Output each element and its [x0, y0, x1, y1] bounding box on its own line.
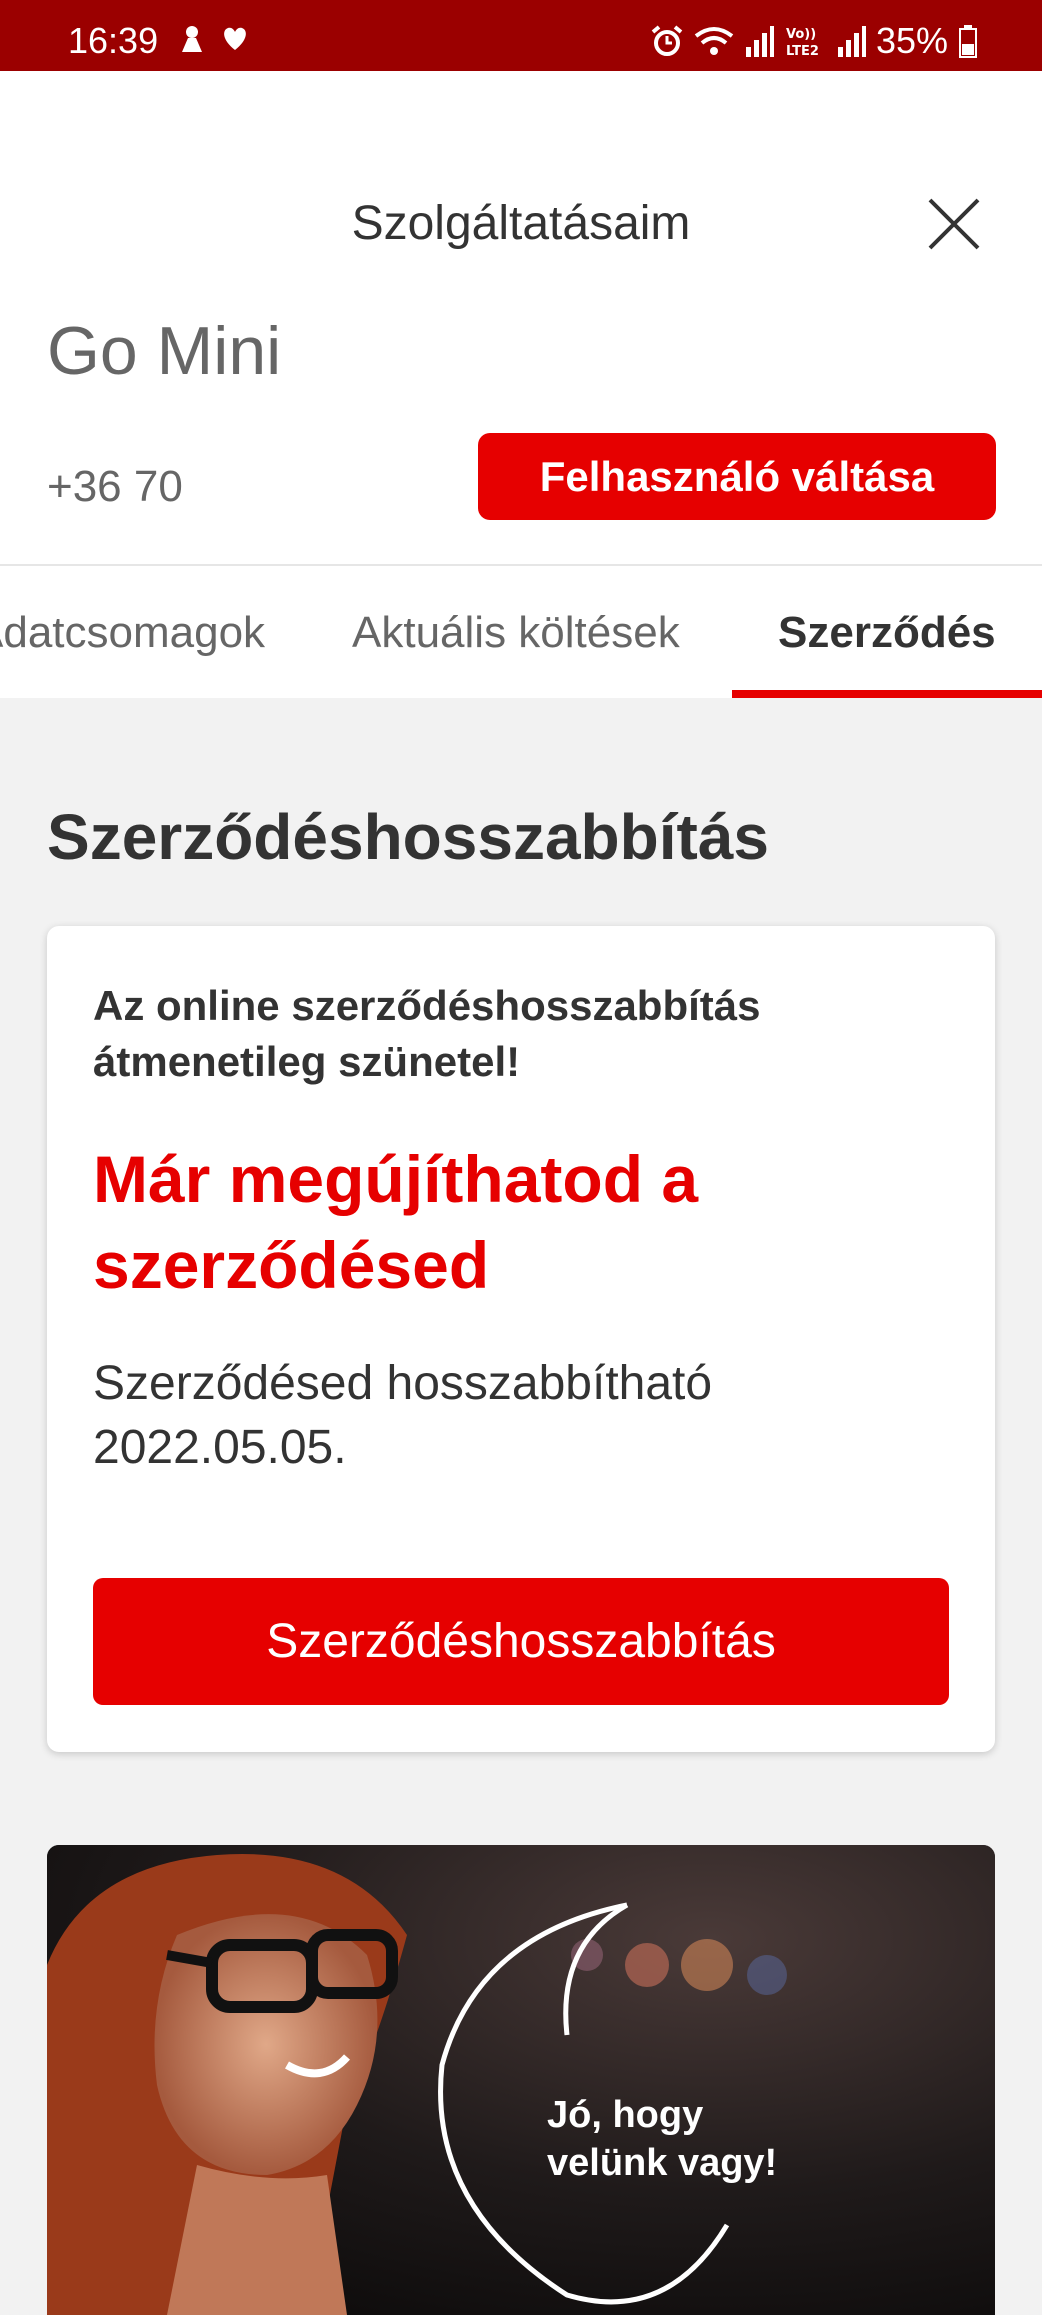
section-title: Szerződéshosszabbítás	[47, 801, 769, 873]
heart-icon	[224, 27, 246, 50]
tab-current-costs[interactable]: Aktuális költések	[352, 608, 680, 658]
battery-icon	[959, 25, 977, 58]
promo-text-line2: velünk vagy!	[547, 2142, 777, 2184]
signal-icon	[837, 26, 866, 57]
renewal-description: Szerződésed hosszabbítható 2022.05.05.	[93, 1357, 713, 1474]
tab-bar: Adatcsomagok Aktuális költések Szerződés	[0, 564, 1042, 698]
svg-text:LTE2: LTE2	[786, 44, 819, 58]
status-left-icons	[178, 24, 250, 54]
plan-name: Go Mini	[47, 313, 282, 389]
promo-image: Jó, hogy velünk vagy!	[47, 1845, 995, 2315]
alarm-icon	[651, 25, 683, 56]
status-time: 16:39	[68, 20, 159, 61]
page-title: Szolgáltatásaim	[351, 197, 691, 250]
contract-renewal-card: Az online szerződéshosszabbítás átmeneti…	[47, 926, 995, 1752]
status-bar: 16:39 Vo)) LTE2 35%	[0, 0, 1042, 71]
renewal-headline: Már megújíthatod a szerződésed	[93, 1142, 699, 1302]
promo-banner[interactable]: Jó, hogy velünk vagy!	[47, 1845, 995, 2315]
tab-contract[interactable]: Szerződés	[778, 608, 996, 658]
wifi-icon	[694, 27, 734, 55]
promo-text-line1: Jó, hogy	[547, 2094, 703, 2136]
signal-icon	[745, 26, 774, 57]
status-right-icons: Vo)) LTE2 35%	[650, 20, 978, 62]
tab-data-packages[interactable]: Adatcsomagok	[0, 608, 265, 658]
switch-user-button[interactable]: Felhasználó váltása	[478, 433, 996, 520]
close-icon[interactable]	[928, 198, 980, 250]
phone-number: +36 70	[47, 462, 183, 511]
renewal-notice: Az online szerződéshosszabbítás átmeneti…	[93, 982, 761, 1085]
svg-text:Vo)): Vo))	[786, 27, 816, 42]
battery-percent: 35%	[875, 20, 948, 61]
bixby-icon	[182, 26, 202, 52]
contract-renewal-button[interactable]: Szerződéshosszabbítás	[93, 1578, 949, 1705]
active-tab-indicator	[732, 690, 1042, 698]
volte-lte2-icon: Vo)) LTE2	[786, 27, 819, 58]
